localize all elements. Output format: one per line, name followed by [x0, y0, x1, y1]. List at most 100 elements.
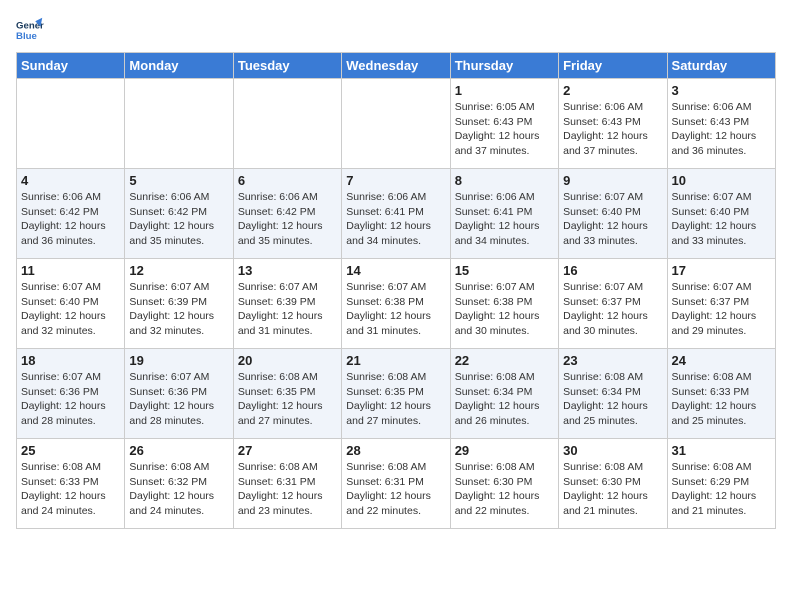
day-info-text: Sunrise: 6:08 AM Sunset: 6:33 PM Dayligh…	[672, 370, 771, 429]
day-info-text: Sunrise: 6:07 AM Sunset: 6:36 PM Dayligh…	[21, 370, 120, 429]
day-number: 4	[21, 173, 120, 188]
day-number: 29	[455, 443, 554, 458]
calendar-day-cell: 9Sunrise: 6:07 AM Sunset: 6:40 PM Daylig…	[559, 169, 667, 259]
calendar-week-row: 4 Sunrise: 6:06 AM Sunset: 6:42 PM Daylig…	[17, 169, 776, 259]
day-info-text: Sunrise: 6:07 AM Sunset: 6:40 PM Dayligh…	[672, 190, 771, 249]
day-info-text: Sunrise: 6:08 AM Sunset: 6:33 PM Dayligh…	[21, 460, 120, 519]
day-number: 20	[238, 353, 337, 368]
day-info-text: Sunrise: 6:07 AM Sunset: 6:40 PM Dayligh…	[21, 280, 120, 339]
day-number: 17	[672, 263, 771, 278]
day-number: 2	[563, 83, 662, 98]
calendar-day-cell: 28 Sunrise: 6:08 AM Sunset: 6:31 PM Dayli…	[342, 439, 450, 529]
calendar-day-cell: 25Sunrise: 6:08 AM Sunset: 6:33 PM Dayli…	[17, 439, 125, 529]
day-number: 1	[455, 83, 554, 98]
day-number: 13	[238, 263, 337, 278]
calendar-day-cell: 17 Sunrise: 6:07 AM Sunset: 6:37 PM Dayli…	[667, 259, 775, 349]
calendar-day-cell: 21Sunrise: 6:08 AM Sunset: 6:35 PM Dayli…	[342, 349, 450, 439]
calendar-week-row: 18 Sunrise: 6:07 AM Sunset: 6:36 PM Dayli…	[17, 349, 776, 439]
calendar-day-cell	[125, 79, 233, 169]
day-number: 21	[346, 353, 445, 368]
day-number: 3	[672, 83, 771, 98]
svg-text:Blue: Blue	[16, 31, 37, 42]
day-info-text: Sunrise: 6:07 AM Sunset: 6:36 PM Dayligh…	[129, 370, 228, 429]
calendar-day-cell	[233, 79, 341, 169]
calendar-week-row: 25Sunrise: 6:08 AM Sunset: 6:33 PM Dayli…	[17, 439, 776, 529]
calendar-day-cell	[342, 79, 450, 169]
calendar-day-cell: 8Sunrise: 6:06 AM Sunset: 6:41 PM Daylig…	[450, 169, 558, 259]
day-number: 24	[672, 353, 771, 368]
calendar-day-cell: 5 Sunrise: 6:06 AM Sunset: 6:42 PM Daylig…	[125, 169, 233, 259]
day-number: 19	[129, 353, 228, 368]
day-info-text: Sunrise: 6:07 AM Sunset: 6:38 PM Dayligh…	[346, 280, 445, 339]
calendar-day-cell: 4 Sunrise: 6:06 AM Sunset: 6:42 PM Daylig…	[17, 169, 125, 259]
calendar-day-cell: 18 Sunrise: 6:07 AM Sunset: 6:36 PM Dayli…	[17, 349, 125, 439]
day-info-text: Sunrise: 6:08 AM Sunset: 6:30 PM Dayligh…	[563, 460, 662, 519]
calendar-day-cell: 6 Sunrise: 6:06 AM Sunset: 6:42 PM Daylig…	[233, 169, 341, 259]
day-number: 6	[238, 173, 337, 188]
day-info-text: Sunrise: 6:06 AM Sunset: 6:43 PM Dayligh…	[672, 100, 771, 159]
day-number: 31	[672, 443, 771, 458]
day-info-text: Sunrise: 6:06 AM Sunset: 6:43 PM Dayligh…	[563, 100, 662, 159]
day-info-text: Sunrise: 6:08 AM Sunset: 6:32 PM Dayligh…	[129, 460, 228, 519]
day-number: 11	[21, 263, 120, 278]
day-number: 18	[21, 353, 120, 368]
day-of-week-header: Wednesday	[342, 53, 450, 79]
day-info-text: Sunrise: 6:08 AM Sunset: 6:35 PM Dayligh…	[238, 370, 337, 429]
calendar-day-cell: 2 Sunrise: 6:06 AM Sunset: 6:43 PM Daylig…	[559, 79, 667, 169]
day-info-text: Sunrise: 6:07 AM Sunset: 6:38 PM Dayligh…	[455, 280, 554, 339]
calendar-day-cell: 10Sunrise: 6:07 AM Sunset: 6:40 PM Dayli…	[667, 169, 775, 259]
page-header: General Blue	[16, 16, 776, 44]
day-info-text: Sunrise: 6:08 AM Sunset: 6:34 PM Dayligh…	[455, 370, 554, 429]
day-number: 16	[563, 263, 662, 278]
calendar-day-cell: 20 Sunrise: 6:08 AM Sunset: 6:35 PM Dayli…	[233, 349, 341, 439]
day-info-text: Sunrise: 6:06 AM Sunset: 6:42 PM Dayligh…	[129, 190, 228, 249]
calendar-week-row: 1 Sunrise: 6:05 AM Sunset: 6:43 PM Daylig…	[17, 79, 776, 169]
day-number: 22	[455, 353, 554, 368]
day-number: 30	[563, 443, 662, 458]
day-info-text: Sunrise: 6:06 AM Sunset: 6:42 PM Dayligh…	[238, 190, 337, 249]
calendar-day-cell: 27 Sunrise: 6:08 AM Sunset: 6:31 PM Dayli…	[233, 439, 341, 529]
calendar-day-cell: 22 Sunrise: 6:08 AM Sunset: 6:34 PM Dayli…	[450, 349, 558, 439]
day-number: 14	[346, 263, 445, 278]
day-number: 15	[455, 263, 554, 278]
day-number: 12	[129, 263, 228, 278]
day-number: 9	[563, 173, 662, 188]
calendar-day-cell: 24 Sunrise: 6:08 AM Sunset: 6:33 PM Dayli…	[667, 349, 775, 439]
day-info-text: Sunrise: 6:07 AM Sunset: 6:37 PM Dayligh…	[672, 280, 771, 339]
calendar-day-cell: 11 Sunrise: 6:07 AM Sunset: 6:40 PM Dayli…	[17, 259, 125, 349]
logo: General Blue	[16, 16, 44, 44]
calendar-day-cell: 30 Sunrise: 6:08 AM Sunset: 6:30 PM Dayli…	[559, 439, 667, 529]
day-number: 27	[238, 443, 337, 458]
day-of-week-header: Sunday	[17, 53, 125, 79]
calendar-day-cell: 15 Sunrise: 6:07 AM Sunset: 6:38 PM Dayli…	[450, 259, 558, 349]
day-info-text: Sunrise: 6:08 AM Sunset: 6:31 PM Dayligh…	[238, 460, 337, 519]
day-info-text: Sunrise: 6:06 AM Sunset: 6:42 PM Dayligh…	[21, 190, 120, 249]
calendar-day-cell	[17, 79, 125, 169]
calendar-day-cell: 14 Sunrise: 6:07 AM Sunset: 6:38 PM Dayli…	[342, 259, 450, 349]
day-number: 7	[346, 173, 445, 188]
day-info-text: Sunrise: 6:06 AM Sunset: 6:41 PM Dayligh…	[346, 190, 445, 249]
day-of-week-header: Monday	[125, 53, 233, 79]
day-number: 5	[129, 173, 228, 188]
day-of-week-header: Saturday	[667, 53, 775, 79]
day-number: 28	[346, 443, 445, 458]
calendar-day-cell: 12 Sunrise: 6:07 AM Sunset: 6:39 PM Dayli…	[125, 259, 233, 349]
day-of-week-header: Tuesday	[233, 53, 341, 79]
day-number: 26	[129, 443, 228, 458]
day-info-text: Sunrise: 6:07 AM Sunset: 6:37 PM Dayligh…	[563, 280, 662, 339]
day-info-text: Sunrise: 6:05 AM Sunset: 6:43 PM Dayligh…	[455, 100, 554, 159]
calendar-week-row: 11 Sunrise: 6:07 AM Sunset: 6:40 PM Dayli…	[17, 259, 776, 349]
day-info-text: Sunrise: 6:08 AM Sunset: 6:34 PM Dayligh…	[563, 370, 662, 429]
day-info-text: Sunrise: 6:08 AM Sunset: 6:31 PM Dayligh…	[346, 460, 445, 519]
day-info-text: Sunrise: 6:06 AM Sunset: 6:41 PM Dayligh…	[455, 190, 554, 249]
day-info-text: Sunrise: 6:07 AM Sunset: 6:39 PM Dayligh…	[129, 280, 228, 339]
day-info-text: Sunrise: 6:08 AM Sunset: 6:30 PM Dayligh…	[455, 460, 554, 519]
day-info-text: Sunrise: 6:07 AM Sunset: 6:39 PM Dayligh…	[238, 280, 337, 339]
calendar-day-cell: 16 Sunrise: 6:07 AM Sunset: 6:37 PM Dayli…	[559, 259, 667, 349]
calendar-day-cell: 1 Sunrise: 6:05 AM Sunset: 6:43 PM Daylig…	[450, 79, 558, 169]
calendar-table: SundayMondayTuesdayWednesdayThursdayFrid…	[16, 52, 776, 529]
calendar-day-cell: 13 Sunrise: 6:07 AM Sunset: 6:39 PM Dayli…	[233, 259, 341, 349]
day-of-week-header: Thursday	[450, 53, 558, 79]
day-number: 23	[563, 353, 662, 368]
calendar-day-cell: 19 Sunrise: 6:07 AM Sunset: 6:36 PM Dayli…	[125, 349, 233, 439]
